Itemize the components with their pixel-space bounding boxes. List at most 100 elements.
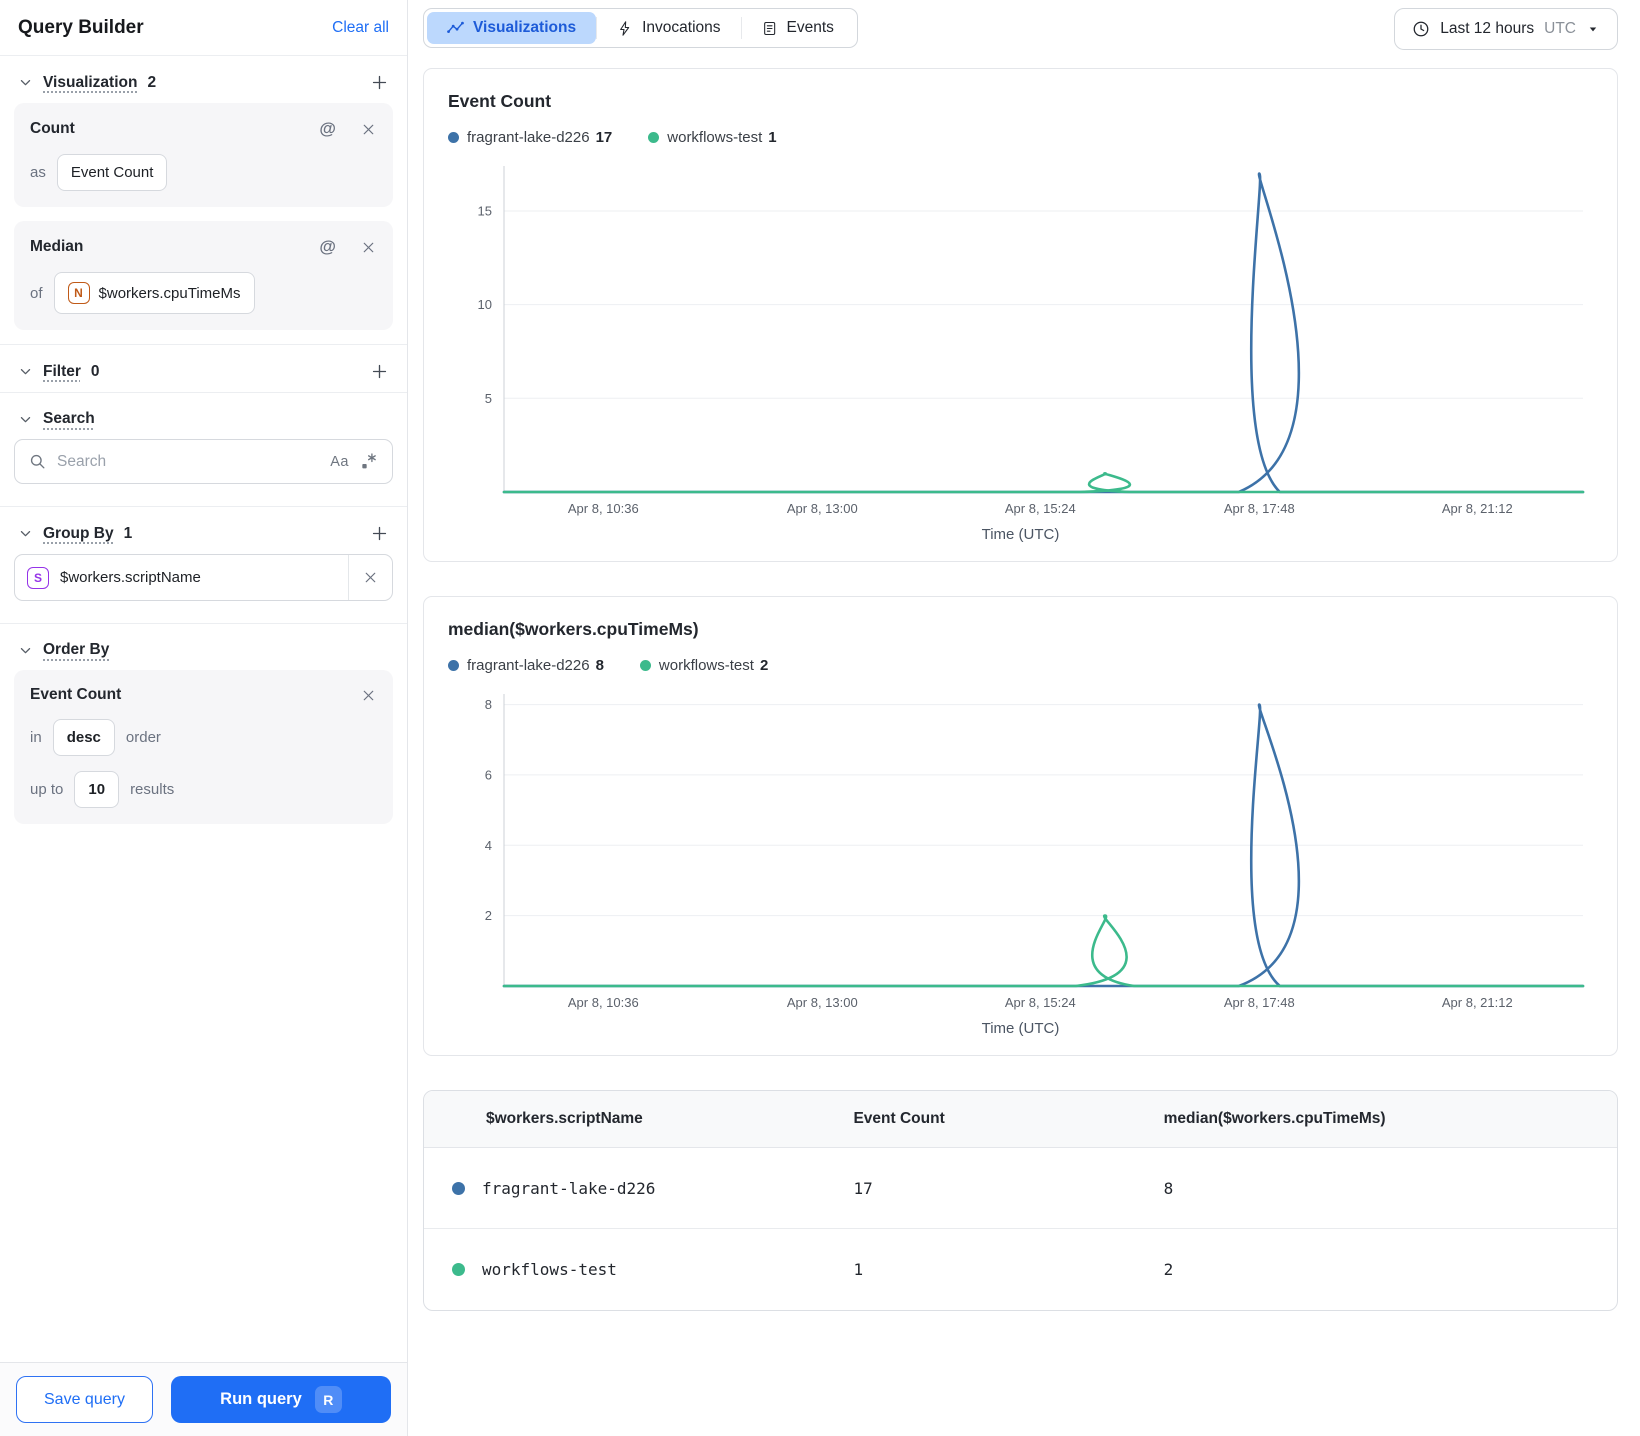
svg-text:Apr 8, 17:48: Apr 8, 17:48 xyxy=(1224,995,1295,1010)
legend-series-value: 1 xyxy=(768,129,777,146)
legend-series-value: 2 xyxy=(759,657,769,674)
time-range-selector[interactable]: Last 12 hours UTC xyxy=(1394,8,1618,50)
legend-series-value: 8 xyxy=(595,657,604,674)
results-table: $workers.scriptName Event Count median($… xyxy=(423,1090,1618,1311)
close-icon[interactable] xyxy=(360,239,377,256)
svg-text:Apr 8, 10:36: Apr 8, 10:36 xyxy=(568,995,639,1010)
chart-title: Event Count xyxy=(448,91,552,111)
table-row[interactable]: workflows-test 1 2 xyxy=(424,1229,1617,1310)
chart-svg: 2 4 6 8 Apr 8, 10:36 Apr 8, 13:00 Apr 8, 15:24… xyxy=(485,694,1585,1010)
svg-text:10: 10 xyxy=(478,297,492,312)
svg-text:8: 8 xyxy=(485,697,492,712)
group-by-count: 1 xyxy=(123,524,133,542)
search-input[interactable] xyxy=(57,452,321,471)
chevron-down-icon[interactable] xyxy=(18,643,33,658)
x-axis-title: Time (UTC) xyxy=(981,526,1060,543)
svg-text:Apr 8, 15:24: Apr 8, 15:24 xyxy=(1005,995,1076,1010)
section-divider xyxy=(0,392,407,393)
event-count-chart[interactable]: 5 10 15 Apr 8, 10:36 Apr 8, 13:00 Apr 8, 15:2… xyxy=(448,156,1593,522)
save-query-button[interactable]: Save query xyxy=(16,1376,153,1423)
run-query-button[interactable]: Run query R xyxy=(170,1376,391,1423)
legend-dot-icon xyxy=(448,660,459,671)
median-cpu-chart[interactable]: 2 4 6 8 Apr 8, 10:36 Apr 8, 13:00 Apr 8, 15:24… xyxy=(448,684,1593,1016)
svg-text:15: 15 xyxy=(478,204,492,219)
median-cpu-chart-card: median($workers.cpuTimeMs) fragrant-lake… xyxy=(423,596,1618,1056)
count-alias-field[interactable]: Event Count xyxy=(56,154,168,191)
clock-icon xyxy=(1412,20,1430,38)
series-dot-icon xyxy=(452,1263,465,1276)
tab-label: Visualizations xyxy=(473,19,577,36)
column-median: median($workers.cpuTimeMs) xyxy=(1163,1110,1386,1127)
search-section-header: Search xyxy=(0,410,407,428)
section-divider xyxy=(0,344,407,345)
table-row[interactable]: fragrant-lake-d226 17 8 xyxy=(424,1148,1617,1229)
chevron-down-icon[interactable] xyxy=(18,526,33,541)
tab-events[interactable]: Events xyxy=(742,12,854,44)
svg-text:4: 4 xyxy=(485,838,492,853)
section-divider xyxy=(0,623,407,624)
chevron-down-icon[interactable] xyxy=(18,412,33,427)
query-builder-panel: Query Builder Clear all Visualization 2 … xyxy=(0,0,408,1436)
legend-item[interactable]: fragrant-lake-d226 8 xyxy=(448,657,604,674)
legend-item[interactable]: workflows-test 1 xyxy=(648,129,777,146)
legend-dot-icon xyxy=(448,132,459,143)
chevron-down-icon xyxy=(1586,22,1600,36)
match-case-icon[interactable]: Aa xyxy=(330,454,349,470)
visualization-section-header: Visualization 2 xyxy=(0,73,407,92)
visualization-section-label: Visualization xyxy=(43,73,138,91)
median-cell: 2 xyxy=(1163,1260,1174,1279)
sort-direction-selector[interactable]: desc xyxy=(52,719,115,756)
mention-icon[interactable]: @ xyxy=(319,237,336,257)
group-by-field[interactable]: S $workers.scriptName xyxy=(14,554,393,601)
median-field-selector[interactable]: N $workers.cpuTimeMs xyxy=(53,272,255,314)
count-alias-value: Event Count xyxy=(70,164,154,181)
svg-text:Apr 8, 13:00: Apr 8, 13:00 xyxy=(787,501,858,516)
filter-section-label: Filter xyxy=(43,362,81,380)
table-body: fragrant-lake-d226 17 8 workflows-test 1 2 xyxy=(424,1148,1617,1310)
visualization-count: 2 xyxy=(147,73,157,91)
event-count-chart-card: Event Count fragrant-lake-d226 17 workflow… xyxy=(423,68,1618,562)
remove-group-by-button[interactable] xyxy=(348,555,392,600)
run-shortcut-badge: R xyxy=(314,1386,342,1413)
add-filter-button[interactable] xyxy=(370,362,389,381)
svg-text:2: 2 xyxy=(485,908,492,923)
count-visualization-card: Count @ as Event Count xyxy=(14,103,393,207)
view-tabs: Visualizations Invocations Events xyxy=(423,8,858,48)
legend-series-name: fragrant-lake-d226 xyxy=(467,657,590,674)
query-actions-bar: Save query Run query R xyxy=(0,1362,407,1436)
tab-invocations[interactable]: Invocations xyxy=(597,12,740,44)
svg-text:6: 6 xyxy=(485,767,492,782)
search-box: Aa xyxy=(14,439,393,484)
add-group-by-button[interactable] xyxy=(370,524,389,543)
results-area: Visualizations Invocations Events Last 12 … xyxy=(409,0,1640,1436)
clear-all-link[interactable]: Clear all xyxy=(332,19,389,37)
legend-item[interactable]: workflows-test 2 xyxy=(639,657,769,674)
results-label: results xyxy=(130,781,175,798)
group-by-section-label: Group By xyxy=(43,524,114,542)
close-icon[interactable] xyxy=(360,121,377,138)
legend-item[interactable]: fragrant-lake-d226 17 xyxy=(448,129,612,146)
order-label: order xyxy=(125,729,161,746)
line-chart-icon xyxy=(447,20,464,37)
order-by-card: Event Count in desc order up to 10 resul… xyxy=(14,670,393,824)
mention-icon[interactable]: @ xyxy=(319,119,336,139)
legend-series-name: fragrant-lake-d226 xyxy=(467,129,590,146)
chart-title: median($workers.cpuTimeMs) xyxy=(448,619,699,639)
regex-icon[interactable] xyxy=(359,452,379,471)
time-range-label: Last 12 hours xyxy=(1440,20,1535,37)
add-visualization-button[interactable] xyxy=(370,73,389,92)
chart-legend: fragrant-lake-d226 17 workflows-test 1 xyxy=(448,129,1593,146)
lightning-icon xyxy=(617,20,633,37)
chevron-down-icon[interactable] xyxy=(18,364,33,379)
svg-text:Apr 8, 21:12: Apr 8, 21:12 xyxy=(1442,995,1513,1010)
tab-visualizations[interactable]: Visualizations xyxy=(427,12,597,44)
count-card-title: Count xyxy=(30,120,75,137)
close-icon[interactable] xyxy=(360,687,377,704)
legend-dot-icon xyxy=(639,660,651,671)
script-name-cell: workflows-test xyxy=(424,1260,853,1279)
result-limit-field[interactable]: 10 xyxy=(74,771,120,808)
svg-text:Apr 8, 17:48: Apr 8, 17:48 xyxy=(1224,501,1295,516)
legend-series-name: workflows-test xyxy=(658,657,754,674)
chevron-down-icon[interactable] xyxy=(18,75,33,90)
numeric-field-icon: N xyxy=(67,282,90,304)
